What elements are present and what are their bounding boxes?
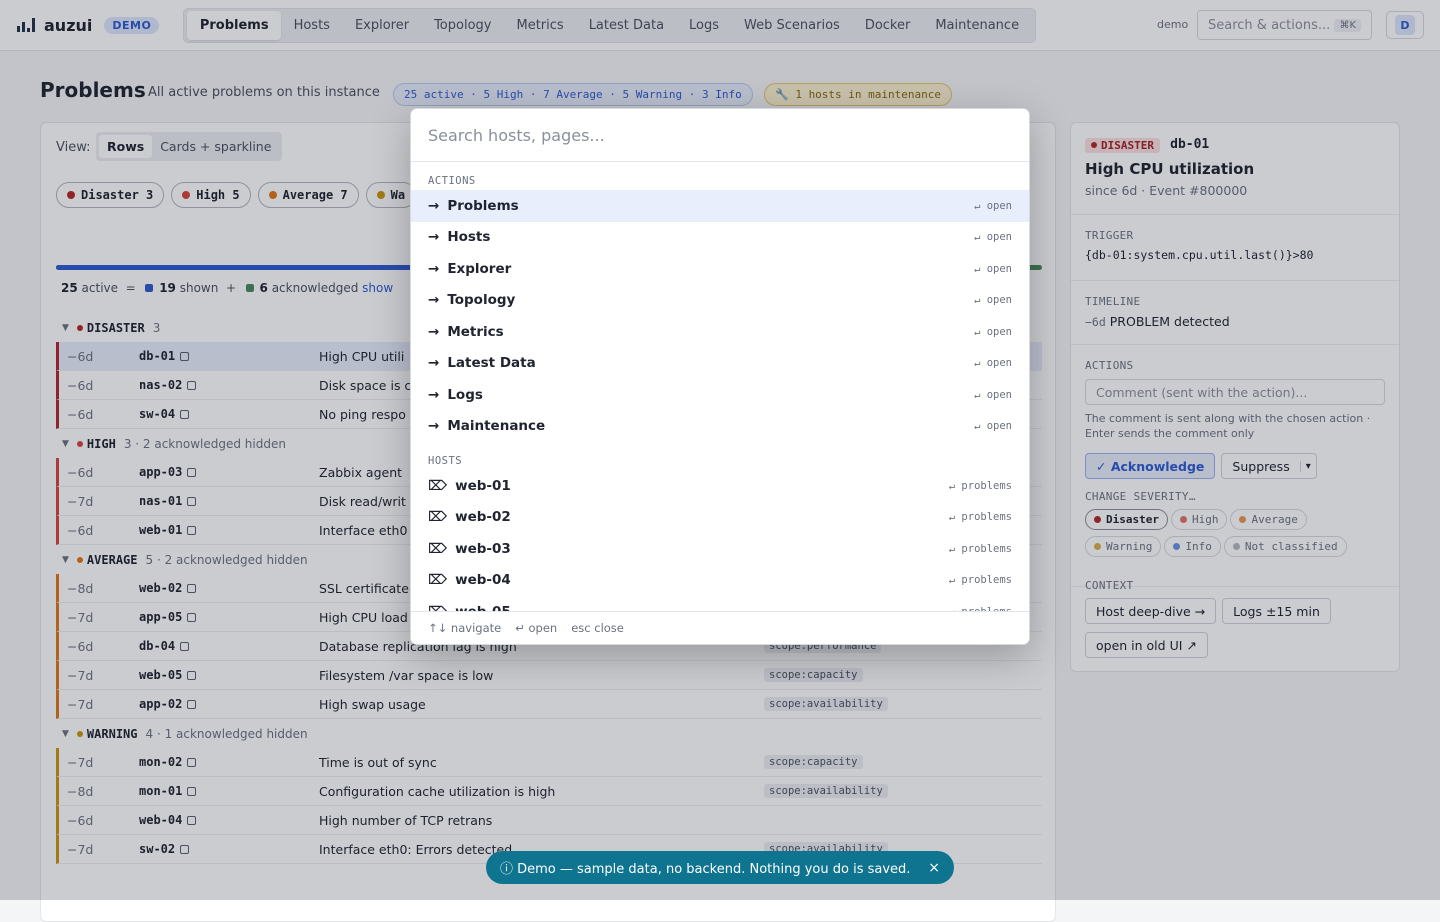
- footer-open-hint: ↵ open: [515, 621, 558, 635]
- host-icon: ⌦: [428, 509, 448, 526]
- palette-item-hint: ↵ problems: [948, 574, 1012, 587]
- demo-toast: ⓘ Demo — sample data, no backend. Nothin…: [486, 851, 954, 884]
- palette-item-label: Latest Data: [447, 355, 536, 372]
- arrow-right-icon: →: [428, 292, 440, 309]
- palette-item-label: web-04: [455, 572, 511, 589]
- palette-item-hint: ↵ problems: [948, 511, 1012, 524]
- palette-item-label: Topology: [447, 292, 516, 309]
- palette-results: ACTIONS → Problems ↵ open → Hosts ↵ open → Expl…: [411, 162, 1029, 612]
- arrow-right-icon: →: [428, 418, 440, 435]
- palette-host-item[interactable]: ⌦ web-04 ↵ problems: [411, 565, 1029, 597]
- palette-item-label: Maintenance: [447, 418, 546, 435]
- palette-host-item[interactable]: ⌦ web-05 ↵ problems: [411, 596, 1029, 612]
- palette-footer: ↑↓ navigate ↵ open esc close: [411, 611, 1029, 644]
- toast-text: ⓘ Demo — sample data, no backend. Nothin…: [500, 862, 911, 877]
- arrow-right-icon: →: [428, 386, 440, 403]
- arrow-right-icon: →: [428, 229, 440, 246]
- palette-item-hint: ↵ open: [974, 325, 1012, 338]
- arrow-right-icon: →: [428, 197, 440, 214]
- host-icon: ⌦: [428, 572, 448, 589]
- palette-item-hint: ↵ problems: [948, 479, 1012, 492]
- palette-item[interactable]: → Problems ↵ open: [411, 190, 1029, 222]
- palette-hosts-heading: HOSTS: [428, 455, 463, 467]
- palette-item[interactable]: → Maintenance ↵ open: [411, 411, 1029, 443]
- arrow-right-icon: →: [428, 260, 440, 277]
- command-palette: Search hosts, pages... ACTIONS → Problems…: [410, 108, 1030, 645]
- palette-item-hint: ↵ open: [974, 388, 1012, 401]
- palette-item-label: Logs: [447, 386, 483, 403]
- host-icon: ⌦: [428, 477, 448, 494]
- palette-item[interactable]: → Logs ↵ open: [411, 379, 1029, 411]
- palette-host-item[interactable]: ⌦ web-01 ↵ problems: [411, 470, 1029, 502]
- palette-actions-heading: ACTIONS: [428, 175, 476, 187]
- palette-host-item[interactable]: ⌦ web-03 ↵ problems: [411, 533, 1029, 565]
- palette-item-label: Problems: [447, 197, 519, 214]
- palette-item-hint: ↵ open: [974, 420, 1012, 433]
- palette-item[interactable]: → Latest Data ↵ open: [411, 348, 1029, 380]
- palette-item-hint: ↵ open: [974, 357, 1012, 370]
- palette-item[interactable]: → Topology ↵ open: [411, 285, 1029, 317]
- palette-item[interactable]: → Hosts ↵ open: [411, 222, 1029, 254]
- palette-item-label: web-01: [455, 477, 511, 494]
- footer-close-hint: esc close: [571, 621, 624, 635]
- palette-item-hint: ↵ open: [974, 262, 1012, 275]
- palette-item-hint: ↵ open: [974, 294, 1012, 307]
- palette-item-label: Hosts: [447, 229, 491, 246]
- arrow-right-icon: →: [428, 355, 440, 372]
- arrow-right-icon: →: [428, 323, 440, 340]
- palette-item-label: web-03: [455, 540, 511, 557]
- palette-item-hint: ↵ open: [974, 231, 1012, 244]
- palette-item-label: web-02: [455, 509, 511, 526]
- palette-placeholder: Search hosts, pages...: [428, 125, 605, 145]
- palette-item-hint: ↵ problems: [948, 542, 1012, 555]
- host-icon: ⌦: [428, 540, 448, 557]
- palette-item[interactable]: → Explorer ↵ open: [411, 253, 1029, 285]
- toast-close-icon[interactable]: ×: [928, 860, 940, 876]
- palette-item-label: Explorer: [447, 260, 512, 277]
- palette-item[interactable]: → Metrics ↵ open: [411, 316, 1029, 348]
- palette-host-item[interactable]: ⌦ web-02 ↵ problems: [411, 502, 1029, 534]
- palette-search-input[interactable]: Search hosts, pages...: [411, 109, 1029, 162]
- footer-navigate-hint: ↑↓ navigate: [428, 621, 502, 635]
- palette-item-hint: ↵ open: [974, 199, 1012, 212]
- palette-item-label: Metrics: [447, 323, 504, 340]
